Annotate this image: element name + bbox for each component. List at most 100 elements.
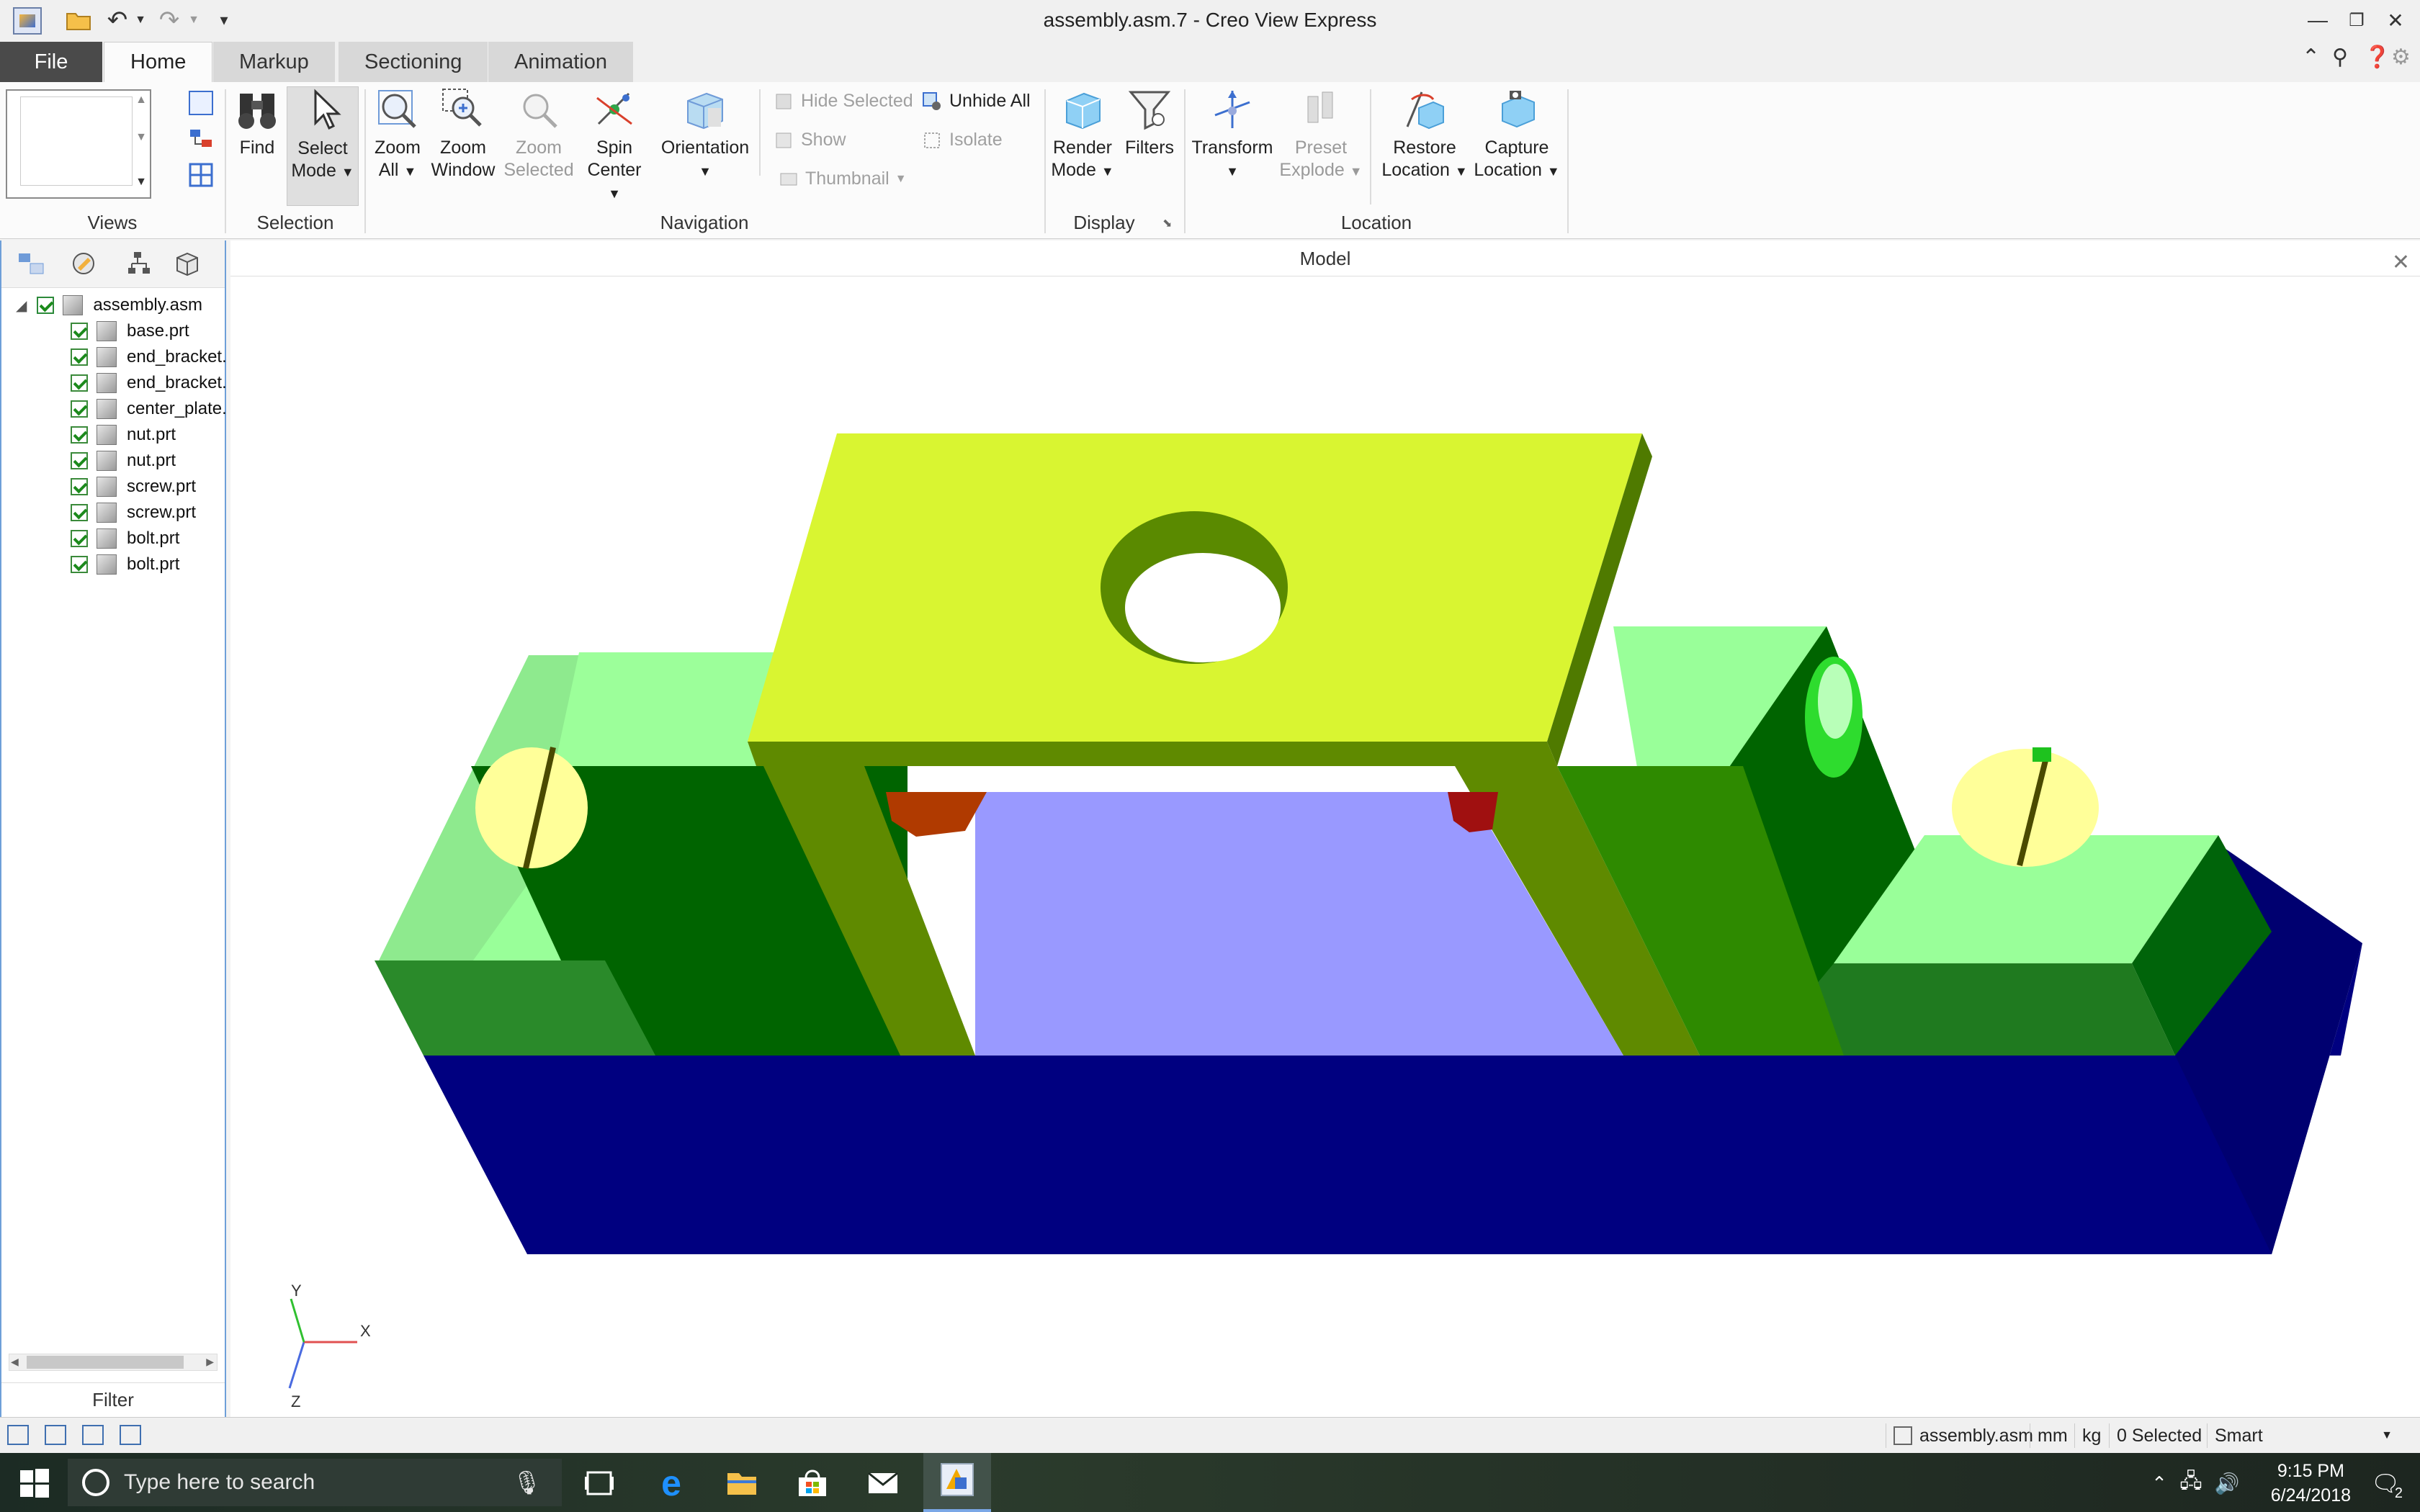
windows-start-icon[interactable] <box>20 1469 49 1498</box>
volume-icon[interactable]: 🔊 <box>2207 1463 2247 1503</box>
root-visibility-checkbox[interactable] <box>37 297 55 314</box>
search-icon[interactable]: ⚲ <box>2332 45 2348 70</box>
help-icon[interactable]: ❓ <box>2364 45 2390 70</box>
tree-item[interactable]: bolt.prt <box>71 526 179 552</box>
action-center-icon[interactable]: 🗨 2 <box>2365 1463 2406 1503</box>
tree-item[interactable]: end_bracket. <box>71 344 227 370</box>
window-title: assembly.asm.7 - Creo View Express <box>1043 9 1377 31</box>
clock[interactable]: 9:15 PM 6/24/2018 <box>2271 1459 2351 1508</box>
scroll-left-icon[interactable]: ◀ <box>11 1356 19 1368</box>
status-file[interactable]: assembly.asm <box>1886 1423 2040 1448</box>
tree-item[interactable]: nut.prt <box>71 422 176 448</box>
tree-root[interactable]: ◢ assembly.asm <box>16 292 202 318</box>
mail-icon[interactable] <box>863 1463 903 1503</box>
task-view-icon[interactable] <box>579 1463 619 1503</box>
tree-item[interactable]: screw.prt <box>71 500 196 526</box>
close-model-icon[interactable]: ✕ <box>2392 245 2410 281</box>
tree-item[interactable]: bolt.prt <box>71 552 179 577</box>
gallery-scroll-up-icon[interactable]: ▲ <box>135 94 147 107</box>
orientation-button[interactable]: Orientation ▼ <box>657 86 753 183</box>
model-canvas[interactable]: X Y Z <box>230 240 2420 1417</box>
tab-home[interactable]: Home <box>104 42 213 82</box>
transform-button[interactable]: Transform ▼ <box>1190 86 1275 183</box>
view-thumbnail[interactable] <box>20 96 133 186</box>
layout-horizontal-split-icon[interactable] <box>82 1425 104 1445</box>
visibility-checkbox[interactable] <box>71 504 88 521</box>
zoom-window-button[interactable]: Zoom Window <box>431 86 496 181</box>
restore-location-button[interactable]: Restore Location ▼ <box>1380 86 1469 183</box>
status-mass-unit[interactable]: kg <box>2074 1423 2108 1448</box>
minimize-button[interactable]: — <box>2298 4 2338 36</box>
isolate-button[interactable]: Isolate <box>922 130 1003 150</box>
structure-tree-icon[interactable] <box>16 249 46 278</box>
edge-browser-icon[interactable]: e <box>651 1463 691 1503</box>
zoom-selected-button[interactable]: Zoom Selected <box>503 86 575 181</box>
filters-button[interactable]: Filters <box>1119 86 1180 159</box>
layout-vertical-split-icon[interactable] <box>45 1425 66 1445</box>
file-explorer-icon[interactable] <box>722 1463 762 1503</box>
view-grid-icon[interactable] <box>189 163 213 187</box>
views-gallery[interactable]: ▲ ▼ ▼ <box>6 89 151 199</box>
collapse-ribbon-icon[interactable]: ⌃ <box>2302 45 2320 70</box>
tree-item[interactable]: nut.prt <box>71 448 176 474</box>
tree-item[interactable]: screw.prt <box>71 474 196 500</box>
expand-chevron-icon[interactable]: ◢ <box>16 297 27 315</box>
display-launcher-icon[interactable]: ⬊ <box>1162 216 1172 230</box>
preset-explode-button[interactable]: Preset Explode ▼ <box>1279 86 1363 183</box>
find-button[interactable]: Find <box>230 86 284 159</box>
network-icon[interactable]: 🖧 <box>2171 1463 2211 1503</box>
filter-label[interactable]: Filter <box>1 1382 225 1416</box>
select-mode-button[interactable]: Select Mode ▼ <box>287 86 359 206</box>
tree-horizontal-scrollbar[interactable]: ◀ ▶ <box>9 1354 218 1371</box>
taskbar: Type here to search 🎙 e ⌃ 🖧 🔊 9:15 PM 6/… <box>0 1453 2420 1512</box>
tree-item[interactable]: center_plate. <box>71 396 227 422</box>
selection-filter-select[interactable]: Smart ▼ <box>2207 1423 2400 1448</box>
tree-item[interactable]: end_bracket. <box>71 370 227 396</box>
settings-gear-icon[interactable]: ⚙ <box>2391 45 2411 70</box>
visibility-checkbox[interactable] <box>71 323 88 340</box>
chevron-down-icon[interactable]: ▼ <box>2381 1429 2393 1442</box>
show-button[interactable]: Show <box>774 130 846 150</box>
axis-y-line <box>290 1298 305 1343</box>
tree-item[interactable]: base.prt <box>71 318 189 344</box>
view-tree-icon[interactable] <box>189 127 213 151</box>
model-viewport[interactable]: X Y Z Model ✕ <box>230 240 2420 1417</box>
layout-full-icon[interactable] <box>120 1425 141 1445</box>
scroll-right-icon[interactable]: ▶ <box>206 1356 214 1368</box>
markup-list-icon[interactable] <box>69 249 99 278</box>
close-button[interactable]: ✕ <box>2375 4 2416 36</box>
spin-center-button[interactable]: Spin Center ▼ <box>581 86 648 205</box>
microphone-icon[interactable]: 🎙 <box>512 1469 542 1496</box>
capture-location-button[interactable]: Capture Location ▼ <box>1472 86 1561 183</box>
parts-cube-icon[interactable] <box>173 249 203 278</box>
hierarchy-icon[interactable] <box>124 249 154 278</box>
zoom-all-button[interactable]: Zoom All ▼ <box>369 86 426 183</box>
render-mode-button[interactable]: Render Mode ▼ <box>1050 86 1115 183</box>
scroll-thumb[interactable] <box>27 1356 184 1369</box>
visibility-checkbox[interactable] <box>71 374 88 392</box>
tab-file[interactable]: File <box>0 42 102 82</box>
hide-selected-button[interactable]: Hide Selected <box>774 91 913 112</box>
tab-animation[interactable]: Animation <box>488 42 633 82</box>
visibility-checkbox[interactable] <box>71 556 88 573</box>
visibility-checkbox[interactable] <box>71 400 88 418</box>
status-length-unit[interactable]: mm <box>2030 1423 2075 1448</box>
tab-sectioning[interactable]: Sectioning <box>339 42 488 82</box>
view-list-icon[interactable] <box>189 91 213 115</box>
thumbnail-button[interactable]: Thumbnail ▼ <box>778 168 907 189</box>
visibility-checkbox[interactable] <box>71 530 88 547</box>
visibility-checkbox[interactable] <box>71 452 88 469</box>
gallery-scroll-down-icon[interactable]: ▼ <box>135 131 147 144</box>
store-icon[interactable] <box>792 1463 833 1503</box>
visibility-checkbox[interactable] <box>71 478 88 495</box>
tab-markup[interactable]: Markup <box>213 42 335 82</box>
gallery-expand-icon[interactable]: ▼ <box>135 176 147 189</box>
layout-single-icon[interactable] <box>7 1425 29 1445</box>
visibility-checkbox[interactable] <box>71 348 88 366</box>
hide-selected-icon <box>774 91 795 112</box>
taskbar-search-input[interactable]: Type here to search 🎙 <box>68 1459 562 1506</box>
unhide-all-button[interactable]: Unhide All <box>922 91 1031 112</box>
visibility-checkbox[interactable] <box>71 426 88 444</box>
restore-button[interactable]: ❐ <box>2336 4 2377 36</box>
creo-taskbar-button[interactable] <box>923 1453 991 1512</box>
